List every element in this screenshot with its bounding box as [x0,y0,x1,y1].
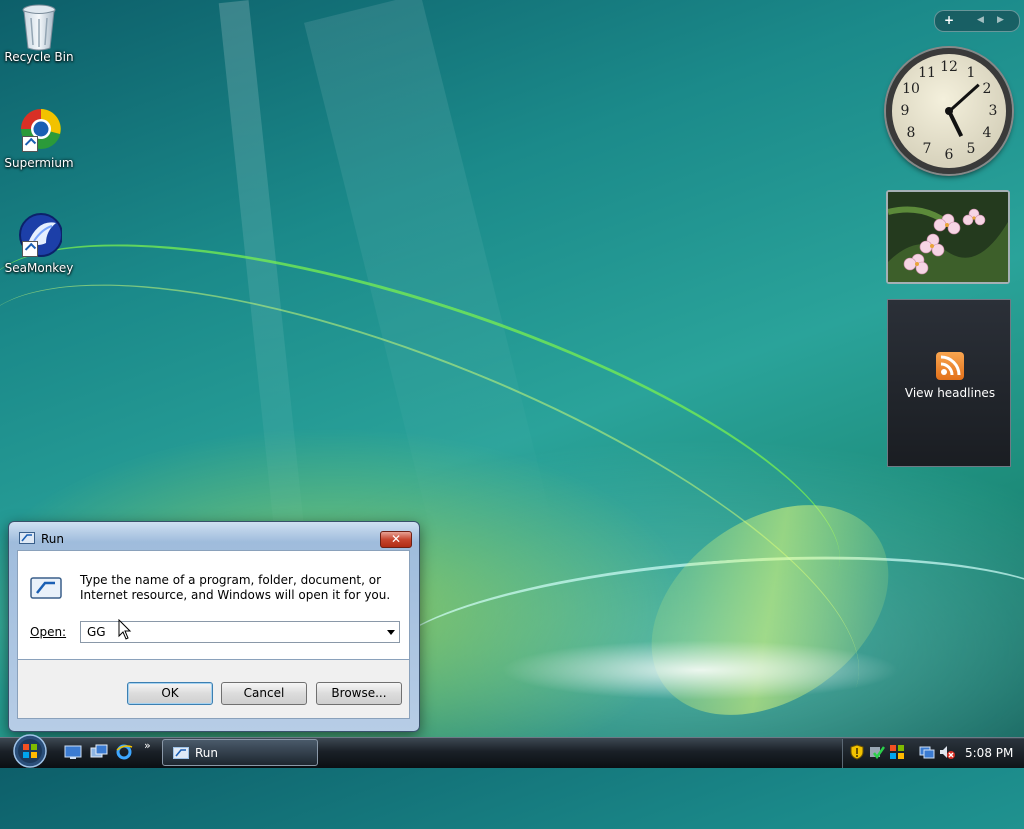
run-dialog: Run ✕ Type the name of a program, folder… [8,521,420,732]
run-icon [173,747,189,759]
browse-button[interactable]: Browse... [316,682,402,705]
wallpaper-glow [611,461,929,759]
desktop-icon-recycle-bin[interactable]: Recycle Bin [4,2,74,64]
next-page-button[interactable]: ▶ [997,15,1004,25]
internet-explorer-icon[interactable] [115,744,133,760]
checkmark-status-icon[interactable] [869,744,885,760]
taskbar-run-button[interactable]: Run [162,739,318,766]
open-label: Open: [30,625,67,639]
clock-number: 12 [940,59,958,75]
windows-update-icon[interactable] [889,744,905,760]
open-input-value[interactable]: GG [87,625,106,639]
supermium-browser-icon [16,108,62,154]
close-button[interactable]: ✕ [380,531,412,548]
wallpaper-swoosh [0,193,912,829]
mouse-pointer-icon [118,619,132,640]
shortcut-arrow-icon [22,136,38,152]
show-desktop-icon[interactable] [64,744,82,760]
switch-windows-icon[interactable] [90,744,108,760]
dropdown-arrow-icon[interactable] [387,630,395,635]
dialog-description: Type the name of a program, folder, docu… [80,573,391,602]
security-shield-icon[interactable] [849,744,865,760]
clock-minute-hand [947,83,980,113]
volume-muted-icon[interactable] [939,744,955,760]
clock-number: 8 [906,125,916,141]
seamonkey-icon [16,213,63,259]
rss-feed-icon [936,352,964,380]
network-icon[interactable] [919,744,935,760]
clock-number: 11 [918,65,936,81]
clock-number: 2 [982,81,992,97]
dialog-footer: OK Cancel Browse... [17,660,410,719]
desktop-icon-supermium[interactable]: Supermium [4,108,74,170]
taskbar-clock[interactable]: 5:08 PM [965,746,1013,760]
run-program-icon [30,577,62,599]
wallpaper-light-ray [218,0,312,600]
gadget-controls: + ◀ ▶ [934,10,1020,32]
ok-button[interactable]: OK [127,682,213,705]
clock-number: 6 [944,147,954,163]
clock-number: 5 [966,141,976,157]
clock-number: 9 [900,103,910,119]
shortcut-arrow-icon [22,241,38,257]
desktop-icon-label: Recycle Bin [4,50,74,64]
dialog-title: Run [41,532,65,546]
run-icon [19,532,35,544]
desktop-icon-label: Supermium [4,156,74,170]
desktop-icon-label: SeaMonkey [4,261,74,275]
recycle-bin-icon [16,2,62,51]
clock-number: 3 [988,103,998,119]
start-button[interactable] [10,733,50,768]
close-icon: ✕ [390,532,402,546]
flower-photo [888,192,1008,282]
clock-center [945,107,953,115]
taskbar-button-label: Run [195,746,219,760]
clock-gadget[interactable]: 12 1 2 3 4 5 6 7 8 9 10 11 [886,48,1012,174]
dialog-body: Type the name of a program, folder, docu… [17,550,410,660]
quick-launch-chevron[interactable]: » [144,739,151,752]
add-gadget-button[interactable]: + [944,13,954,27]
desktop-icon-seamonkey[interactable]: SeaMonkey [4,213,74,275]
slideshow-gadget[interactable] [886,190,1010,284]
wallpaper-light-ray [304,0,556,567]
feed-headlines-gadget[interactable]: View headlines [887,299,1011,467]
wallpaper-swoosh [375,535,1024,748]
wallpaper-glow [500,640,900,700]
cancel-button[interactable]: Cancel [221,682,307,705]
view-headlines-link[interactable]: View headlines [888,386,1012,400]
previous-page-button[interactable]: ◀ [977,15,984,25]
notification-area: 5:08 PM [842,739,1024,768]
